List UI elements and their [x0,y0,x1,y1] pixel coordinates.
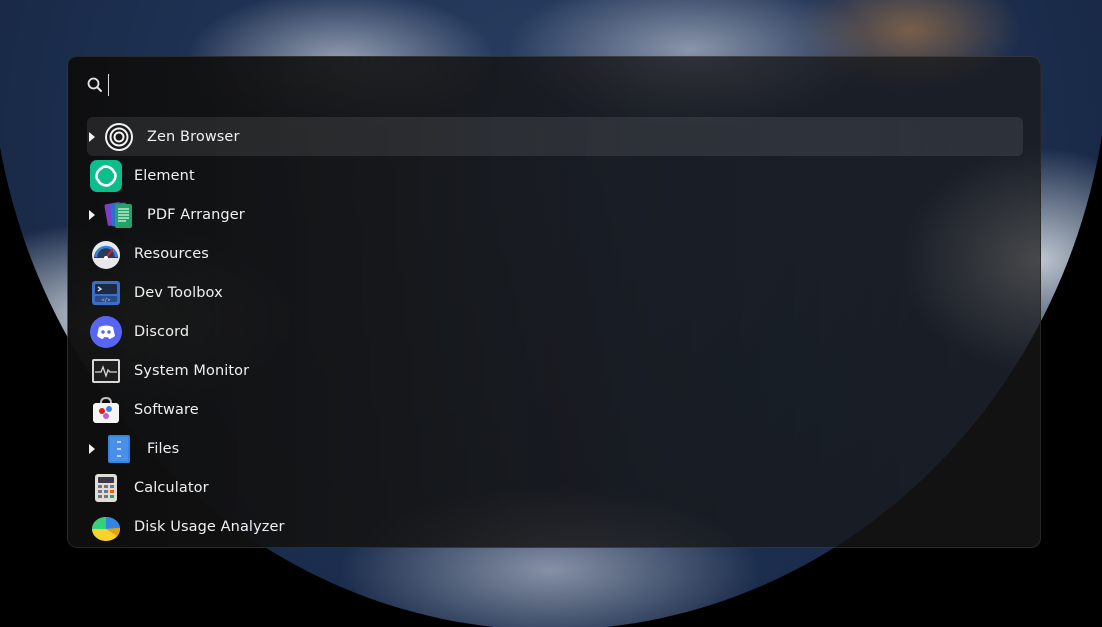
results-list: Zen Browser Element PDF Arranger Resourc… [87,117,1023,546]
element-icon [90,159,122,192]
result-label: System Monitor [134,362,250,379]
system-monitor-icon [92,358,120,383]
result-label: Calculator [134,479,209,496]
result-label: PDF Arranger [147,206,245,223]
result-label: Disk Usage Analyzer [134,518,285,535]
result-label: Zen Browser [147,128,240,145]
result-item-discord[interactable]: Discord [87,312,1023,351]
calculator-icon [95,473,117,502]
discord-icon [90,315,122,348]
result-label: Resources [134,245,209,262]
search-icon [87,77,102,92]
pdf-arranger-icon [104,201,132,228]
resources-icon [92,240,120,269]
result-item-dev-toolbox[interactable]: </> Dev Toolbox [87,273,1023,312]
expand-arrow-icon[interactable] [87,207,103,223]
result-label: Software [134,401,199,418]
result-item-system-monitor[interactable]: System Monitor [87,351,1023,390]
result-item-element[interactable]: Element [87,156,1023,195]
result-item-resources[interactable]: Resources [87,234,1023,273]
expand-arrow-icon[interactable] [87,129,103,145]
search-bar [86,73,935,97]
result-item-pdf-arranger[interactable]: PDF Arranger [87,195,1023,234]
disk-usage-analyzer-icon [92,516,121,541]
app-launcher-dialog: Zen Browser Element PDF Arranger Resourc… [67,56,1041,548]
expand-arrow-icon[interactable] [87,441,103,457]
software-icon [93,396,119,423]
result-label: Files [147,440,180,457]
result-item-zen-browser[interactable]: Zen Browser [87,117,1023,156]
result-item-software[interactable]: Software [87,390,1023,429]
result-label: Element [134,167,195,184]
result-label: Dev Toolbox [134,284,223,301]
dev-toolbox-icon: </> [92,280,120,305]
svg-text:</>: </> [101,297,110,303]
result-item-disk-usage-analyzer[interactable]: Disk Usage Analyzer [87,507,1023,546]
result-item-files[interactable]: Files [87,429,1023,468]
result-item-calculator[interactable]: Calculator [87,468,1023,507]
result-label: Discord [134,323,190,340]
search-input[interactable] [108,74,935,96]
files-icon [108,434,130,463]
zen-browser-icon [105,122,133,151]
